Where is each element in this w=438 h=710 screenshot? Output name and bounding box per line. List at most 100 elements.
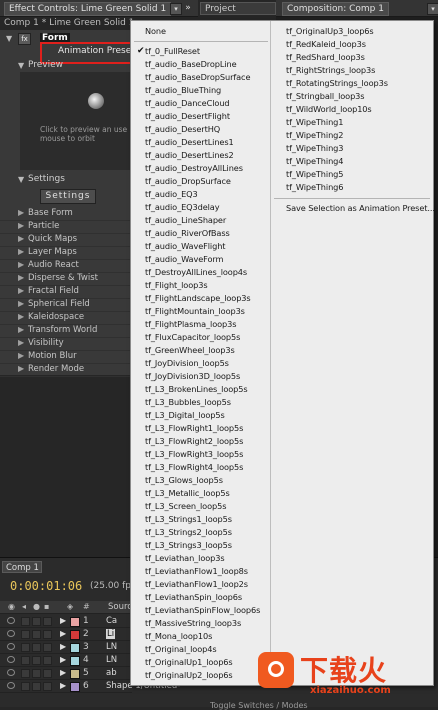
lock-toggle[interactable]: [43, 643, 52, 652]
effect-group-row[interactable]: ▶ Spherical Field: [0, 298, 140, 312]
label-color[interactable]: [70, 656, 80, 666]
menu-item-preset[interactable]: tf_L3_Digital_loop5s: [145, 409, 225, 422]
menu-item-preset[interactable]: tf_OriginalUp2_loop6s: [145, 669, 233, 682]
audio-toggle[interactable]: [21, 643, 30, 652]
layer-row[interactable]: ▶ 5 ab: [0, 667, 132, 680]
effect-group-row[interactable]: ▶ Disperse & Twist: [0, 272, 140, 286]
menu-item-preset[interactable]: tf_LeviathanSpinFlow_loop6s: [145, 604, 260, 617]
menu-item-preset[interactable]: tf_Mona_loop10s: [145, 630, 212, 643]
label-color[interactable]: [70, 669, 80, 679]
menu-item-preset[interactable]: tf_audio_BaseDropLine: [145, 58, 237, 71]
twirl-right-icon[interactable]: ▶: [60, 642, 66, 651]
menu-item-preset[interactable]: tf_OriginalUp3_loop6s: [286, 25, 374, 38]
menu-item-preset[interactable]: tf_audio_WaveFlight: [145, 240, 226, 253]
menu-item-preset[interactable]: tf_audio_DestroyAllLines: [145, 162, 243, 175]
menu-item-preset[interactable]: tf_audio_DesertLines2: [145, 149, 234, 162]
menu-item-preset[interactable]: tf_L3_FlowRight2_loop5s: [145, 435, 243, 448]
menu-item-preset[interactable]: tf_WipeThing6: [286, 181, 343, 194]
menu-item-preset[interactable]: tf_L3_FlowRight3_loop5s: [145, 448, 243, 461]
layer-row[interactable]: ▶ 6 Shape 1/Untitled-: [0, 680, 180, 693]
audio-toggle[interactable]: [21, 617, 30, 626]
timeline-tab[interactable]: Comp 1: [2, 561, 42, 573]
solo-toggle[interactable]: [32, 630, 41, 639]
label-color[interactable]: [70, 630, 80, 640]
menu-item-preset[interactable]: tf_audio_LineShaper: [145, 214, 226, 227]
effect-group-row[interactable]: ▶ Fractal Field: [0, 285, 140, 299]
effect-group-row[interactable]: ▶ Kaleidospace: [0, 311, 140, 325]
menu-item-preset[interactable]: tf_WipeThing3: [286, 142, 343, 155]
save-preset-menu-item[interactable]: Save Selection as Animation Preset...: [286, 202, 435, 215]
twirl-right-icon[interactable]: ▶: [18, 299, 26, 308]
menu-item-preset[interactable]: tf_L3_FlowRight1_loop5s: [145, 422, 243, 435]
label-color[interactable]: [70, 643, 80, 653]
twirl-right-icon[interactable]: ▶: [18, 312, 26, 321]
menu-item-preset[interactable]: tf_Flight_loop3s: [145, 279, 208, 292]
solo-toggle[interactable]: [32, 617, 41, 626]
menu-item-preset[interactable]: tf_audio_EQ3delay: [145, 201, 220, 214]
twirl-right-icon[interactable]: ▶: [18, 286, 26, 295]
menu-item-preset[interactable]: tf_GreenWheel_loop3s: [145, 344, 235, 357]
effect-controls-tab[interactable]: Effect Controls: Lime Green Solid 1: [4, 2, 172, 16]
menu-item-preset[interactable]: tf_WipeThing5: [286, 168, 343, 181]
menu-item-preset[interactable]: tf_L3_Glows_loop5s: [145, 474, 223, 487]
eye-icon[interactable]: [7, 617, 15, 624]
composition-tab[interactable]: Composition: Comp 1: [282, 2, 389, 16]
menu-item-preset[interactable]: tf_WipeThing4: [286, 155, 343, 168]
preview-area[interactable]: [20, 72, 135, 170]
lock-toggle[interactable]: [43, 669, 52, 678]
solo-toggle[interactable]: [32, 656, 41, 665]
menu-item-preset[interactable]: tf_WildWorld_loop10s: [286, 103, 372, 116]
menu-item-preset[interactable]: tf_WipeThing1: [286, 116, 343, 129]
menu-item-preset[interactable]: tf_JoyDivision3D_loop5s: [145, 370, 240, 383]
audio-toggle[interactable]: [21, 669, 30, 678]
menu-item-preset[interactable]: tf_L3_BrokenLines_loop5s: [145, 383, 248, 396]
twirl-right-icon[interactable]: ▶: [18, 351, 26, 360]
eye-icon[interactable]: [7, 643, 15, 650]
twirl-right-icon[interactable]: ▶: [18, 338, 26, 347]
effect-group-row[interactable]: ▶ Quick Maps: [0, 233, 140, 247]
twirl-down-icon[interactable]: ▼: [18, 61, 24, 70]
lock-toggle[interactable]: [43, 656, 52, 665]
orbit-sphere-icon[interactable]: [88, 93, 104, 109]
twirl-right-icon[interactable]: ▶: [60, 681, 66, 690]
settings-button[interactable]: Settings: [40, 189, 96, 204]
menu-item-preset[interactable]: tf_Original_loop4s: [145, 643, 217, 656]
audio-toggle[interactable]: [21, 682, 30, 691]
twirl-right-icon[interactable]: ▶: [18, 234, 26, 243]
twirl-right-icon[interactable]: ▶: [60, 668, 66, 677]
layer-row[interactable]: ▶ 2 Li: [0, 628, 132, 641]
menu-item-preset[interactable]: tf_audio_RiverOfBass: [145, 227, 230, 240]
effect-group-row[interactable]: ▶ Base Form: [0, 207, 140, 221]
twirl-right-icon[interactable]: ▶: [60, 629, 66, 638]
menu-item-preset[interactable]: tf_LeviathanSpin_loop6s: [145, 591, 242, 604]
menu-item-preset[interactable]: tf_L3_FlowRight4_loop5s: [145, 461, 243, 474]
menu-item-preset[interactable]: tf_L3_Bubbles_loop5s: [145, 396, 231, 409]
menu-item-preset[interactable]: tf_FlightMountain_loop3s: [145, 305, 245, 318]
menu-item-preset[interactable]: tf_RightStrings_loop3s: [286, 64, 375, 77]
menu-item-preset[interactable]: tf_OriginalUp1_loop6s: [145, 656, 233, 669]
layer-source-name[interactable]: ab: [106, 668, 117, 678]
twirl-down-icon[interactable]: ▼: [6, 34, 12, 43]
menu-item-preset[interactable]: tf_audio_EQ3: [145, 188, 198, 201]
twirl-right-icon[interactable]: ▶: [18, 247, 26, 256]
menu-item-preset[interactable]: tf_L3_Strings2_loop5s: [145, 526, 232, 539]
solo-toggle[interactable]: [32, 682, 41, 691]
fx-toggle[interactable]: fx: [18, 33, 31, 45]
menu-item-preset[interactable]: tf_WipeThing2: [286, 129, 343, 142]
close-icon[interactable]: »: [183, 3, 193, 13]
effect-group-row[interactable]: ▶ Layer Maps: [0, 246, 140, 260]
label-color[interactable]: [70, 617, 80, 627]
menu-item-preset[interactable]: tf_JoyDivision_loop5s: [145, 357, 229, 370]
menu-item-preset[interactable]: tf_DestroyAllLines_loop4s: [145, 266, 247, 279]
lock-toggle[interactable]: [43, 682, 52, 691]
effect-group-row[interactable]: ▶ Visibility: [0, 337, 140, 351]
twirl-right-icon[interactable]: ▶: [18, 208, 26, 217]
label-color[interactable]: [70, 682, 80, 692]
twirl-right-icon[interactable]: ▶: [60, 616, 66, 625]
menu-item-preset[interactable]: tf_Stringball_loop3s: [286, 90, 365, 103]
menu-item-preset[interactable]: tf_RotatingStrings_loop3s: [286, 77, 388, 90]
layer-row[interactable]: ▶ 3 LN: [0, 641, 132, 654]
eye-icon[interactable]: [7, 630, 15, 637]
twirl-right-icon[interactable]: ▶: [18, 273, 26, 282]
eye-icon[interactable]: [7, 669, 15, 676]
